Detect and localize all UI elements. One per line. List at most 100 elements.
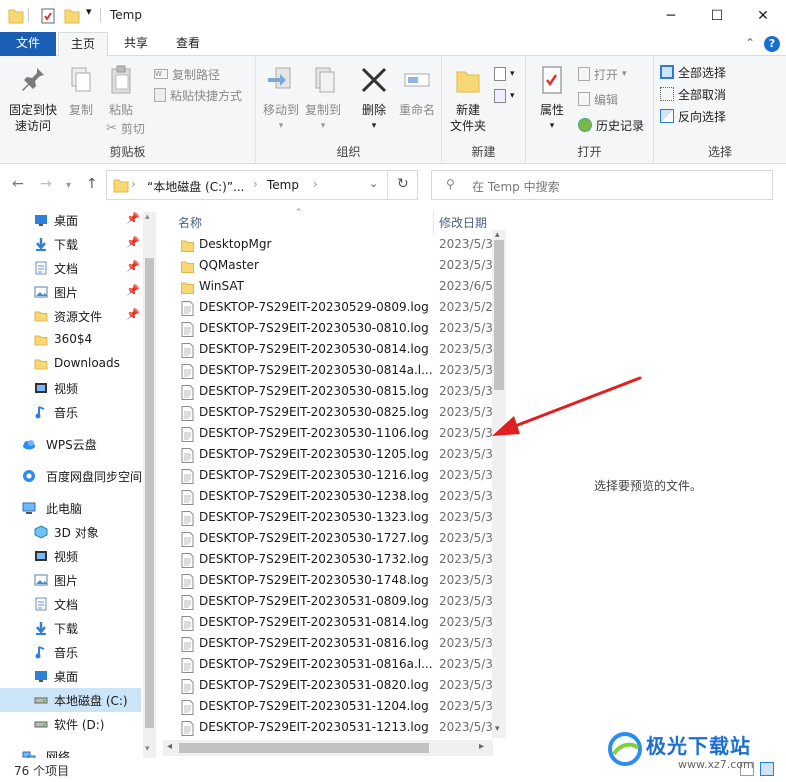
address-dropdown-icon[interactable]: ⌄ (369, 177, 378, 190)
file-row[interactable]: DESKTOP-7S29EIT-20230530-1216.log 2023/5/… (163, 466, 493, 487)
file-row[interactable]: DESKTOP-7S29EIT-20230531-1204.log 2023/5/… (163, 697, 493, 718)
column-header-name[interactable]: 名称 (178, 214, 202, 231)
list-scroll-thumb[interactable] (494, 240, 504, 390)
new-folder-button[interactable]: 新建 文件夹 (446, 64, 490, 134)
nav-item[interactable]: 下载 (0, 616, 141, 640)
breadcrumb-root[interactable]: “本地磁盘 (C:)”... (147, 178, 244, 195)
nav-item[interactable]: 360$4 (0, 328, 141, 352)
file-row[interactable]: DESKTOP-7S29EIT-20230530-1205.log 2023/5/… (163, 445, 493, 466)
scroll-down-icon[interactable]: ▾ (495, 724, 500, 734)
paste-shortcut-button[interactable]: 粘贴快捷方式 (154, 85, 242, 105)
help-icon[interactable]: ? (764, 36, 780, 52)
scroll-right-icon[interactable]: ▸ (479, 741, 484, 752)
file-row[interactable]: DESKTOP-7S29EIT-20230530-0815.log 2023/5/… (163, 382, 493, 403)
nav-item[interactable]: 下载 📌 (0, 232, 141, 256)
cut-button[interactable]: ✂ 剪切 (106, 118, 145, 138)
pin-quick-access-button[interactable]: 固定到快 速访问 (4, 64, 62, 134)
nav-item[interactable]: 3D 对象 (0, 520, 141, 544)
column-header-date[interactable]: 修改日期 (439, 214, 487, 231)
nav-item[interactable]: 此电脑 (0, 496, 141, 520)
invert-selection-button[interactable]: 反向选择 (660, 106, 726, 126)
file-row[interactable]: DESKTOP-7S29EIT-20230531-0816.log 2023/5/… (163, 634, 493, 655)
forward-arrow-icon[interactable]: → (40, 176, 52, 192)
scroll-down-icon[interactable]: ▾ (145, 744, 150, 754)
nav-item[interactable]: 文档 📌 (0, 256, 141, 280)
minimize-button[interactable]: ─ (648, 0, 694, 32)
nav-item[interactable]: 视频 (0, 376, 141, 400)
file-row[interactable]: DESKTOP-7S29EIT-20230530-1238.log 2023/5/… (163, 487, 493, 508)
nav-item[interactable]: 资源文件 📌 (0, 304, 141, 328)
refresh-icon[interactable]: ↻ (397, 176, 409, 192)
file-row[interactable]: DESKTOP-7S29EIT-20230531-1213.log 2023/5/… (163, 718, 493, 739)
file-row[interactable]: DESKTOP-7S29EIT-20230530-1748.log 2023/5/… (163, 571, 493, 592)
properties-quick-icon[interactable] (40, 6, 56, 26)
select-none-button[interactable]: 全部取消 (660, 84, 726, 104)
nav-item[interactable]: 图片 📌 (0, 280, 141, 304)
recent-locations-icon[interactable]: ▾ (66, 180, 71, 191)
list-hscroll-thumb[interactable] (179, 743, 429, 753)
file-row[interactable]: QQMaster 2023/5/3 (163, 256, 493, 277)
file-row[interactable]: WinSAT 2023/6/5 (163, 277, 493, 298)
rename-button[interactable]: 重命名 (394, 64, 440, 118)
breadcrumb-current[interactable]: Temp (267, 178, 299, 192)
file-row[interactable]: DESKTOP-7S29EIT-20230530-1732.log 2023/5/… (163, 550, 493, 571)
select-all-button[interactable]: 全部选择 (660, 62, 726, 82)
file-row[interactable]: DESKTOP-7S29EIT-20230531-0809.log 2023/5/… (163, 592, 493, 613)
history-button[interactable]: 历史记录 (578, 115, 644, 135)
open-button[interactable]: 打开 ▾ (578, 64, 627, 84)
nav-item[interactable]: 视频 (0, 544, 141, 568)
nav-item[interactable]: 本地磁盘 (C:) (0, 688, 141, 712)
customize-quick-access-icon[interactable]: ▾ (86, 5, 92, 25)
nav-item[interactable]: 桌面 📌 (0, 208, 141, 232)
nav-item[interactable]: 文档 (0, 592, 141, 616)
nav-item[interactable]: 软件 (D:) (0, 712, 141, 736)
file-row[interactable]: DESKTOP-7S29EIT-20230530-0810.log 2023/5/… (163, 319, 493, 340)
new-item-button[interactable]: ▾ (494, 64, 515, 84)
scroll-left-icon[interactable]: ◂ (167, 741, 172, 752)
properties-button[interactable]: 属性 ▾ (530, 64, 574, 134)
list-vertical-scrollbar[interactable]: ▴ ▾ (492, 230, 506, 738)
file-row[interactable]: DesktopMgr 2023/5/3 (163, 235, 493, 256)
nav-item[interactable]: 音乐 (0, 640, 141, 664)
tab-home[interactable]: 主页 (58, 32, 108, 57)
file-row[interactable]: DESKTOP-7S29EIT-20230531-0816a.l... 2023/… (163, 655, 493, 676)
nav-item[interactable]: Downloads (0, 352, 141, 376)
nav-scroll-thumb[interactable] (145, 258, 154, 728)
file-row[interactable]: DESKTOP-7S29EIT-20230530-0825.log 2023/5/… (163, 403, 493, 424)
close-button[interactable]: ✕ (740, 0, 786, 32)
address-bar[interactable]: › “本地磁盘 (C:)”... › Temp › ⌄ ↻ (106, 170, 418, 200)
file-row[interactable]: DESKTOP-7S29EIT-20230531-0820.log 2023/5/… (163, 676, 493, 697)
list-horizontal-scrollbar[interactable]: ◂ ▸ (163, 740, 493, 756)
file-row[interactable]: DESKTOP-7S29EIT-20230530-0814a.l... 2023/… (163, 361, 493, 382)
nav-item[interactable]: 图片 (0, 568, 141, 592)
file-row[interactable]: DESKTOP-7S29EIT-20230531-0814.log 2023/5/… (163, 613, 493, 634)
easy-access-button[interactable]: ▾ (494, 86, 515, 106)
file-row[interactable]: DESKTOP-7S29EIT-20230530-0814.log 2023/5/… (163, 340, 493, 361)
file-row[interactable]: DESKTOP-7S29EIT-20230530-1106.log 2023/5/… (163, 424, 493, 445)
nav-item[interactable]: 百度网盘同步空间 (0, 464, 142, 488)
delete-button[interactable]: 删除 ▾ (354, 64, 394, 134)
new-folder-quick-icon[interactable] (64, 6, 80, 26)
search-box[interactable]: ⚲ 在 Temp 中搜索 (431, 170, 773, 200)
copy-path-button[interactable]: W 复制路径 (154, 64, 220, 84)
up-arrow-icon[interactable]: ↑ (86, 176, 98, 192)
edit-button[interactable]: 编辑 (578, 89, 618, 109)
copy-to-button[interactable]: 复制到 ▾ (302, 64, 344, 134)
tab-share[interactable]: 共享 (112, 32, 160, 56)
tab-view[interactable]: 查看 (164, 32, 212, 56)
maximize-button[interactable]: ☐ (694, 0, 740, 32)
paste-button[interactable]: 粘贴 (102, 64, 140, 118)
nav-item[interactable]: WPS云盘 (0, 432, 141, 456)
nav-scrollbar[interactable]: ▴ ▾ (143, 212, 156, 758)
file-row[interactable]: DESKTOP-7S29EIT-20230530-1727.log 2023/5/… (163, 529, 493, 550)
file-row[interactable]: DESKTOP-7S29EIT-20230530-1323.log 2023/5/… (163, 508, 493, 529)
back-arrow-icon[interactable]: ← (12, 176, 24, 192)
scroll-up-icon[interactable]: ▴ (145, 212, 150, 222)
tab-file[interactable]: 文件 (0, 32, 56, 56)
file-row[interactable]: DESKTOP-7S29EIT-20230529-0809.log 2023/5/… (163, 298, 493, 319)
collapse-ribbon-icon[interactable]: ⌃ (742, 32, 758, 56)
scroll-up-icon[interactable]: ▴ (495, 230, 500, 240)
copy-button[interactable]: 复制 (62, 64, 100, 118)
nav-item[interactable]: 桌面 (0, 664, 141, 688)
nav-item[interactable]: 音乐 (0, 400, 141, 424)
